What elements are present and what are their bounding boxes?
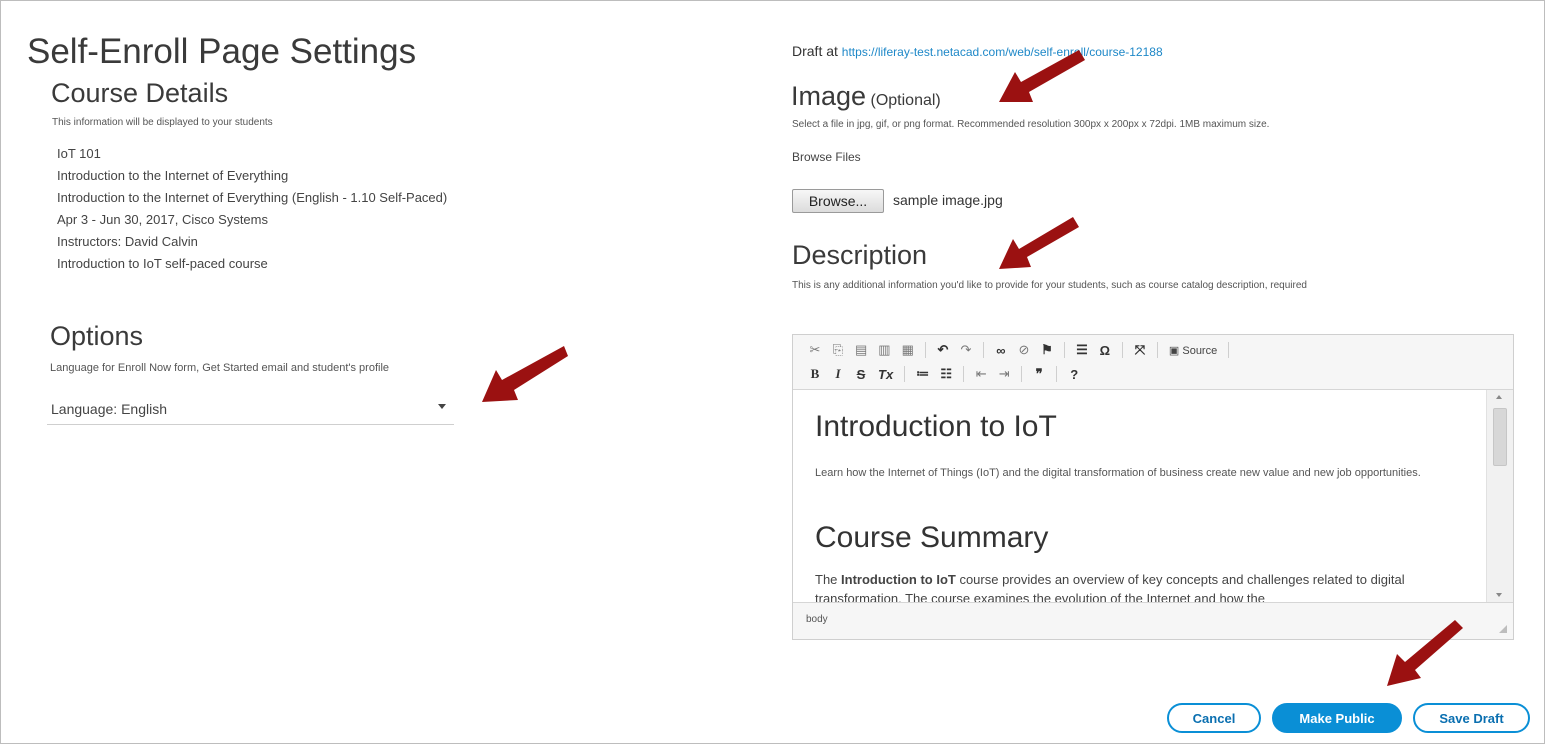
course-name: Introduction to the Internet of Everythi… [57,168,289,183]
image-optional-label: (Optional) [870,92,941,109]
bold-icon[interactable]: B [809,366,821,382]
image-heading: Image [791,81,867,111]
summary-text-pre: The [815,572,842,587]
cut-icon[interactable]: ✂ [809,342,821,358]
scrollbar-thumb[interactable] [1493,408,1507,466]
maximize-icon[interactable]: ⤧ [1134,342,1146,358]
editor-content[interactable]: Introduction to IoT Learn how the Intern… [793,390,1485,603]
blockquote-icon[interactable]: ❞ [1033,366,1045,382]
editor-toolbar: ✂ ⎘ ▤ ▥ ▦ ↶ ↷ ∞ ⊘ ⚑ ☰ Ω ⤧ ▣ Source B I S… [793,335,1513,390]
source-button[interactable]: ▣ Source [1169,344,1217,357]
draft-line: Draft at https://liferay-test.netacad.co… [792,43,1163,59]
image-note: Select a file in jpg, gif, or png format… [792,119,1270,130]
cancel-button[interactable]: Cancel [1167,703,1261,733]
course-description-short: Introduction to IoT self-paced course [57,256,268,271]
course-details-note: This information will be displayed to yo… [52,117,273,128]
course-details-heading: Course Details [51,78,229,108]
strikethrough-icon[interactable]: S [855,367,867,382]
language-select[interactable]: Language: English [47,394,454,425]
anchor-flag-icon[interactable]: ⚑ [1041,342,1053,358]
undo-icon[interactable]: ↶ [937,342,949,358]
source-doc-icon: ▣ [1168,344,1180,357]
summary-text-bold: Introduction to IoT [841,572,956,587]
toolbar-divider [904,366,906,382]
toolbar-divider [1156,342,1158,358]
help-icon[interactable]: ? [1068,367,1080,382]
italic-icon[interactable]: I [832,366,844,382]
description-heading: Description [792,240,928,270]
toolbar-divider [963,366,965,382]
indent-icon[interactable]: ⇥ [998,366,1010,382]
resize-grip-icon[interactable] [1499,625,1507,633]
editor-toolbar-row-1: ✂ ⎘ ▤ ▥ ▦ ↶ ↷ ∞ ⊘ ⚑ ☰ Ω ⤧ ▣ Source [809,339,1240,361]
scroll-up-arrow-icon[interactable] [1496,395,1502,399]
paste-icon[interactable]: ▤ [855,342,867,358]
description-editor[interactable]: ✂ ⎘ ▤ ▥ ▦ ↶ ↷ ∞ ⊘ ⚑ ☰ Ω ⤧ ▣ Source B I S… [792,334,1514,640]
toolbar-divider [982,342,984,358]
editor-toolbar-row-2: B I S Tx ≔ ☷ ⇤ ⇥ ❞ ? [809,363,1091,385]
course-details-list: IoT 101 Introduction to the Internet of … [57,143,447,275]
editor-scrollbar[interactable] [1486,390,1513,603]
language-select-value: Language: English [51,401,167,417]
toolbar-divider [1121,342,1123,358]
editor-paragraph-intro: Learn how the Internet of Things (IoT) a… [815,467,1421,479]
annotation-arrow-icon [482,346,568,402]
chevron-down-icon [438,404,446,409]
outdent-icon[interactable]: ⇤ [975,366,987,382]
course-full-name: Introduction to the Internet of Everythi… [57,190,448,205]
annotation-arrow-icon [999,50,1085,102]
options-note: Language for Enroll Now form, Get Starte… [50,362,390,374]
redo-icon[interactable]: ↷ [960,342,972,358]
editor-heading-intro: Introduction to IoT [815,410,1057,443]
selected-file-name: sample image.jpg [893,192,1003,208]
annotation-arrow-icon [1387,620,1463,686]
bulleted-list-icon[interactable]: ☷ [940,366,952,382]
course-dates: Apr 3 - Jun 30, 2017, Cisco Systems [57,212,268,227]
browse-button[interactable]: Browse... [792,189,884,213]
toolbar-divider [1021,366,1023,382]
editor-paragraph-summary: The Introduction to IoT course provides … [815,570,1475,603]
unlink-icon[interactable]: ⊘ [1018,342,1030,358]
paste-text-icon[interactable]: ▥ [878,342,890,358]
horizontal-rule-icon[interactable]: ☰ [1076,342,1088,358]
description-note: This is any additional information you'd… [792,280,1307,291]
annotation-arrow-icon [999,217,1079,269]
remove-format-icon[interactable]: Tx [878,367,893,382]
image-heading-row: Image (Optional) [791,81,941,112]
page-title: Self-Enroll Page Settings [27,32,417,71]
scroll-down-arrow-icon[interactable] [1496,593,1502,597]
element-path[interactable]: body [806,614,828,625]
make-public-button[interactable]: Make Public [1272,703,1402,733]
special-char-omega-icon[interactable]: Ω [1099,343,1111,358]
toolbar-divider [1228,342,1230,358]
draft-prefix: Draft at [792,43,838,59]
toolbar-divider [1056,366,1058,382]
toolbar-divider [1063,342,1065,358]
save-draft-button[interactable]: Save Draft [1413,703,1530,733]
paste-word-icon[interactable]: ▦ [902,342,914,358]
course-instructors: Instructors: David Calvin [57,234,198,249]
toolbar-divider [924,342,926,358]
options-heading: Options [50,321,144,351]
source-label: Source [1182,344,1218,357]
numbered-list-icon[interactable]: ≔ [916,366,929,382]
editor-heading-summary: Course Summary [815,521,1049,554]
link-icon[interactable]: ∞ [995,343,1007,358]
course-code: IoT 101 [57,146,101,161]
copy-icon[interactable]: ⎘ [832,342,844,358]
browse-files-label: Browse Files [792,150,861,164]
